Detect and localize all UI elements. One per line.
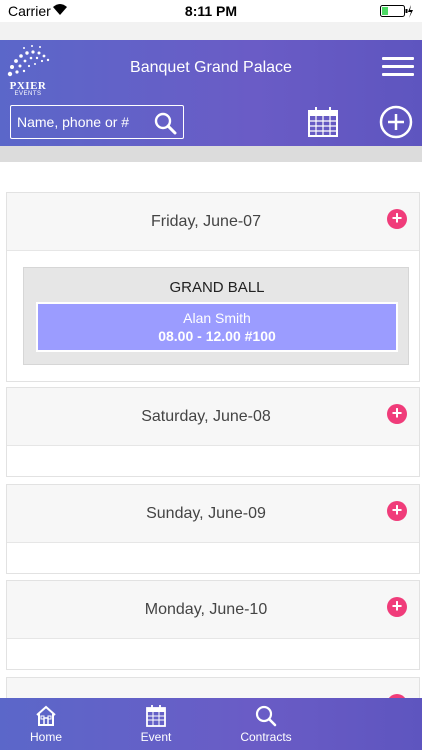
nav-home-label: Home: [29, 730, 62, 744]
search-icon[interactable]: [153, 111, 177, 135]
menu-line-icon: [382, 65, 414, 68]
day-section-monday: Monday, June-10 +: [6, 580, 420, 670]
day-header: Friday, June-07 +: [7, 193, 419, 251]
calendar-button[interactable]: [307, 106, 339, 138]
day-header: Saturday, June-08 +: [7, 388, 419, 446]
bottom-nav: Home Event Contracts: [0, 698, 422, 750]
home-icon: [36, 705, 56, 726]
day-label: Sunday, June-09: [146, 505, 266, 522]
nav-event[interactable]: Event: [116, 704, 196, 744]
nav-contracts[interactable]: Contracts: [226, 704, 306, 744]
day-label: Saturday, June-08: [141, 408, 271, 425]
day-label: Friday, June-07: [151, 213, 261, 230]
day-header: Monday, June-10 +: [7, 581, 419, 639]
add-day-event-button[interactable]: +: [387, 597, 407, 617]
app-header: PXIER EVENTS Banquet Grand Palace: [0, 40, 422, 146]
menu-button[interactable]: [382, 57, 414, 77]
header-divider: [0, 146, 422, 162]
menu-line-icon: [382, 73, 414, 76]
search-icon: [255, 705, 277, 727]
search-box: [10, 105, 184, 139]
booking-time: 08.00 - 12.00 #100: [158, 328, 276, 344]
day-section-sunday: Sunday, June-09 +: [6, 484, 420, 574]
calendar-icon: [146, 705, 166, 727]
calendar-icon: [308, 107, 338, 137]
page-title: Banquet Grand Palace: [130, 59, 292, 76]
nav-event-label: Event: [140, 730, 172, 744]
status-bar: Carrier 8:11 PM: [0, 0, 422, 22]
booking-person: Alan Smith: [183, 310, 251, 326]
day-section-saturday: Saturday, June-08 +: [6, 387, 420, 477]
nav-contracts-label: Contracts: [240, 730, 292, 744]
day-section-friday: Friday, June-07 + GRAND BALL Alan Smith …: [6, 192, 420, 382]
day-label: Monday, June-10: [144, 601, 268, 618]
add-day-event-button[interactable]: +: [387, 209, 407, 229]
clock: 8:11 PM: [184, 3, 238, 19]
logo-sub-text: EVENTS: [14, 91, 42, 97]
event-block[interactable]: GRAND BALL Alan Smith 08.00 - 12.00 #100: [23, 267, 409, 365]
search-input[interactable]: [17, 112, 152, 132]
menu-line-icon: [382, 57, 414, 60]
add-day-event-button[interactable]: +: [387, 501, 407, 521]
nav-home[interactable]: Home: [6, 704, 86, 744]
day-header: Sunday, June-09 +: [7, 485, 419, 543]
day-list: Friday, June-07 + GRAND BALL Alan Smith …: [0, 162, 422, 698]
day-header: +: [7, 678, 419, 698]
plus-circle-icon: [379, 105, 413, 139]
booking-card[interactable]: Alan Smith 08.00 - 12.00 #100: [36, 302, 398, 352]
event-name: GRAND BALL: [169, 279, 265, 296]
battery-icon: [380, 5, 414, 21]
day-section-next: +: [6, 677, 420, 698]
add-day-event-button[interactable]: +: [387, 404, 407, 424]
add-event-button[interactable]: [379, 105, 413, 139]
